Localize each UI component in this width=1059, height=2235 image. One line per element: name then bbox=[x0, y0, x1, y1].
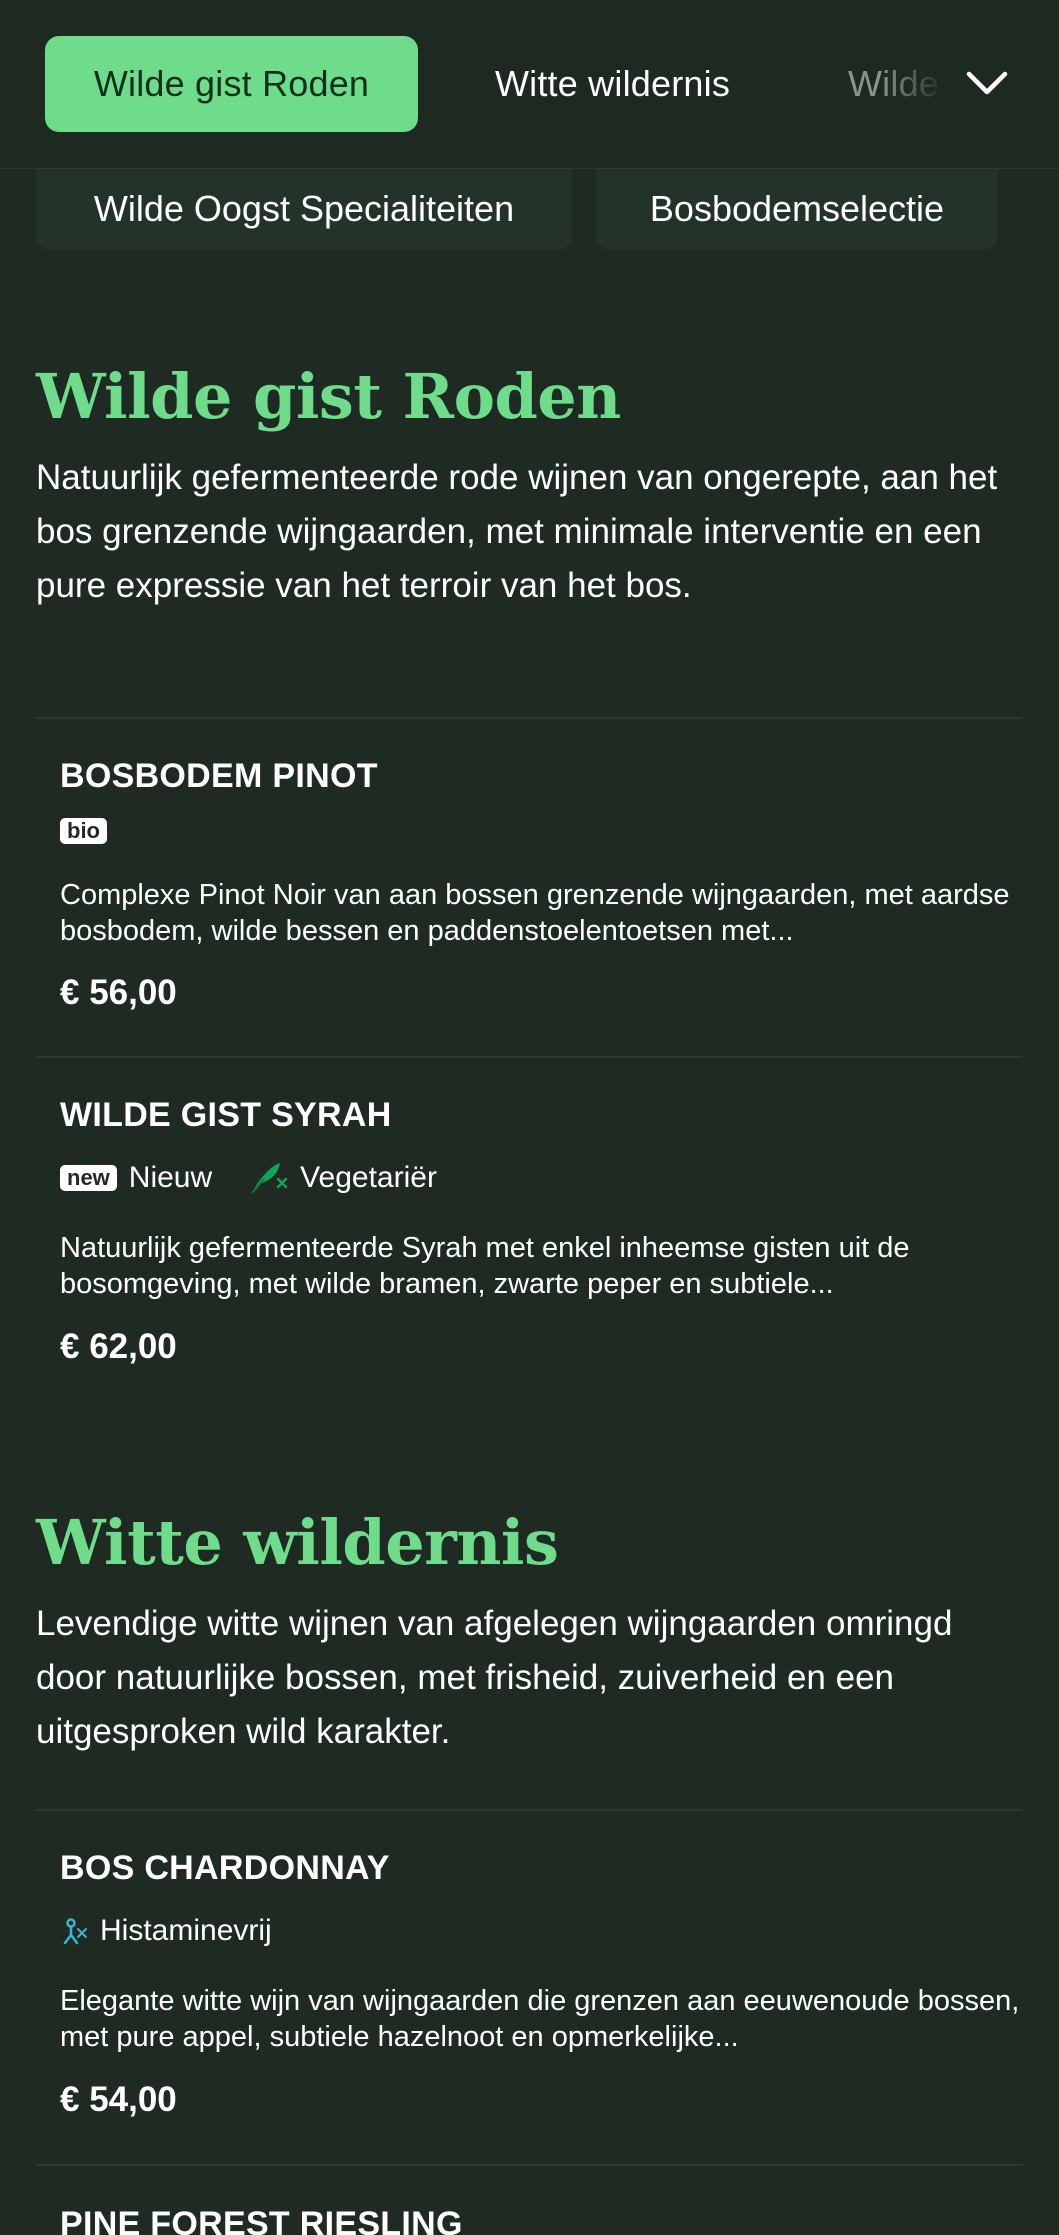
item-price: € 54,00 bbox=[60, 2080, 177, 2119]
tab-witte-wildernis[interactable]: Witte wildernis bbox=[470, 36, 755, 132]
item-name: BOS CHARDONNAY bbox=[60, 1849, 390, 1887]
new-badge: new bbox=[60, 1165, 117, 1191]
section-title: Wilde gist Roden bbox=[36, 360, 621, 433]
menu-page: Wilde gist Roden Witte wildernis Wilde W… bbox=[0, 0, 1059, 2235]
item-price: € 56,00 bbox=[60, 973, 177, 1012]
item-name: PINE FOREST RIESLING bbox=[60, 2205, 463, 2235]
item-name: WILDE GIST SYRAH bbox=[60, 1096, 392, 1134]
category-tab-bar: Wilde gist Roden Witte wildernis Wilde bbox=[0, 0, 1059, 169]
item-tags: Histaminevrij bbox=[60, 1911, 272, 1951]
divider bbox=[36, 1056, 1023, 1058]
item-tags: bio bbox=[60, 811, 107, 851]
section-title: Witte wildernis bbox=[36, 1506, 559, 1579]
tab-wilde-gist-roden[interactable]: Wilde gist Roden bbox=[45, 36, 418, 132]
tag-label-nieuw: Nieuw bbox=[128, 1161, 213, 1194]
chevron-down-icon bbox=[966, 71, 1008, 95]
section-description: Natuurlijk gefermenteerde rode wijnen va… bbox=[36, 458, 998, 605]
divider bbox=[36, 1809, 1023, 1811]
divider bbox=[36, 717, 1023, 719]
histamine-free-icon bbox=[63, 1918, 87, 1945]
tag-label-histaminevrij: Histaminevrij bbox=[100, 1914, 272, 1947]
bio-badge: bio bbox=[60, 818, 107, 844]
item-description: Natuurlijk gefermenteerde Syrah met enke… bbox=[60, 1232, 910, 1300]
item-description: Complexe Pinot Noir van aan bossen grenz… bbox=[60, 879, 1010, 947]
item-description: Elegante witte wijn van wijngaarden die … bbox=[60, 1985, 1020, 2053]
vegetarian-icon bbox=[251, 1163, 288, 1194]
item-price: € 62,00 bbox=[60, 1327, 177, 1366]
item-name: BOSBODEM PINOT bbox=[60, 757, 378, 795]
category-dropdown-button[interactable] bbox=[955, 52, 1019, 116]
divider bbox=[36, 2164, 1023, 2166]
section-description: Levendige witte wijnen van afgelegen wij… bbox=[36, 1604, 953, 1751]
tag-label-vegetarier: Vegetariër bbox=[300, 1161, 437, 1194]
item-tags: new Nieuw Vegetariër bbox=[60, 1158, 437, 1198]
